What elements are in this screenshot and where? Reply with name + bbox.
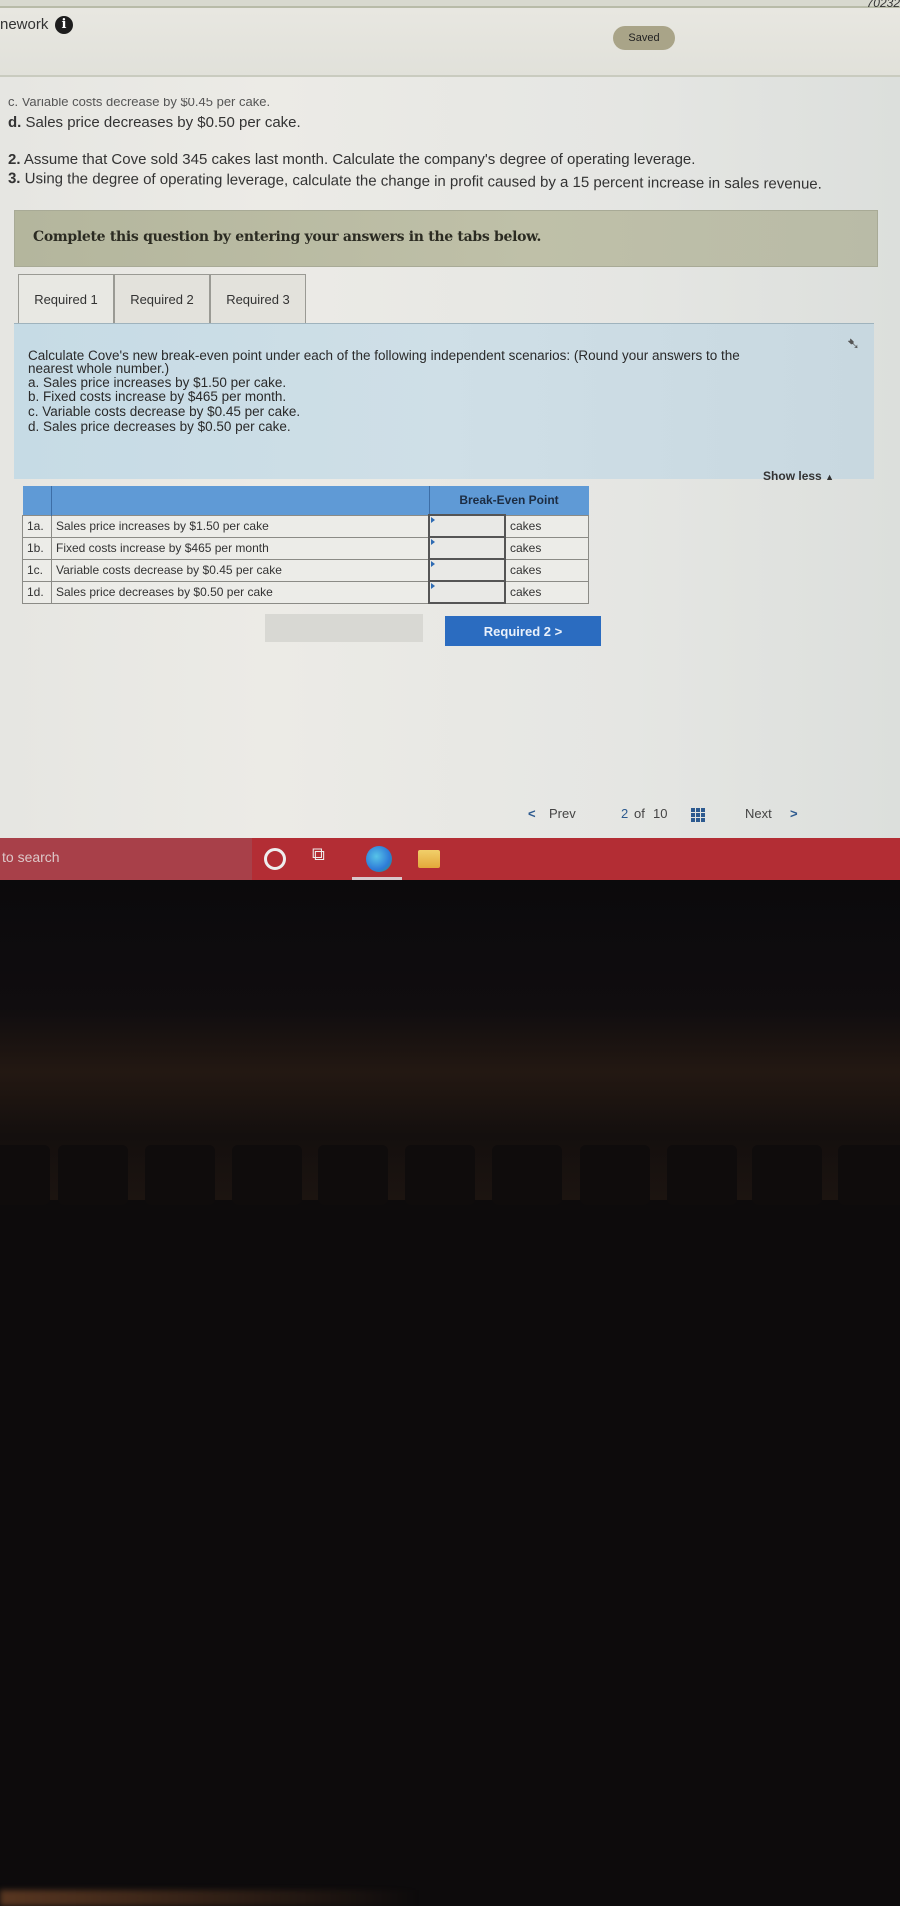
tab-required-1[interactable]: Required 1 [18, 274, 114, 327]
break-even-input-1d[interactable] [430, 582, 504, 602]
key [492, 1145, 562, 1205]
key [58, 1145, 128, 1205]
unit-label: cakes [504, 558, 589, 582]
unit-label: cakes [504, 580, 589, 604]
unit-label: cakes [504, 536, 589, 560]
answer-table: Break-Even Point 1a. Sales price increas… [22, 486, 589, 604]
break-even-input-cell [428, 580, 506, 604]
header-blank-1 [22, 486, 52, 515]
table-row: 1a. Sales price increases by $1.50 per c… [22, 514, 589, 538]
table-row: 1c. Variable costs decrease by $0.45 per… [22, 558, 589, 582]
next-link[interactable]: Next [745, 806, 772, 821]
previous-tab-button-disabled [265, 614, 423, 642]
row-description: Fixed costs increase by $465 per month [51, 536, 430, 560]
key [580, 1145, 650, 1205]
input-marker-icon [431, 539, 435, 545]
key [405, 1145, 475, 1205]
instruction-text: Complete this question by entering your … [33, 229, 542, 245]
line-d-text: Sales price decreases by $0.50 per cake. [25, 114, 301, 131]
row-label: 1a. [22, 514, 52, 538]
key [838, 1145, 900, 1205]
key [752, 1145, 822, 1205]
row-label: 1b. [22, 536, 52, 560]
scenario-a: a. Sales price increases by $1.50 per ca… [28, 375, 287, 390]
browser-viewport: 70232 nework i Saved c. Variable costs d… [0, 0, 900, 838]
header-blank-2 [51, 486, 429, 515]
row-description: Variable costs decrease by $0.45 per cak… [51, 558, 430, 582]
row-description: Sales price decreases by $0.50 per cake [51, 580, 430, 604]
question-2: 2. Assume that Cove sold 345 cakes last … [8, 151, 695, 168]
input-marker-icon [431, 583, 435, 589]
file-explorer-icon[interactable] [418, 850, 440, 868]
current-page: 2 [621, 806, 629, 821]
tab-required-2[interactable]: Required 2 [114, 274, 210, 323]
tab-required-3[interactable]: Required 3 [210, 274, 306, 323]
key [145, 1145, 215, 1205]
key [232, 1145, 302, 1205]
windows-taskbar: to search ⧉ [0, 838, 900, 880]
info-icon[interactable]: i [55, 16, 73, 34]
table-row: 1d. Sales price decreases by $0.50 per c… [22, 580, 589, 604]
grid-icon[interactable] [691, 808, 706, 823]
break-even-header: Break-Even Point [428, 486, 589, 515]
task-view-icon[interactable]: ⧉ [312, 844, 338, 870]
key [0, 1145, 50, 1205]
q2-number: 2. [8, 151, 21, 168]
break-even-input-cell [428, 558, 506, 582]
show-less-link[interactable]: Show less ▲ [763, 469, 834, 483]
triangle-up-icon: ▲ [825, 472, 834, 482]
answer-table-header: Break-Even Point [22, 486, 589, 515]
scenario-c: c. Variable costs decrease by $0.45 per … [28, 404, 301, 419]
keyboard-function-row [0, 1145, 900, 1205]
assignment-header: 70232 nework i Saved [0, 0, 900, 77]
row-label: 1d. [22, 580, 52, 604]
top-code: 70232 [866, 0, 900, 10]
saved-status-badge: Saved [613, 26, 675, 50]
break-even-input-cell [428, 514, 506, 538]
page-of-label: of [634, 806, 645, 821]
chevron-left-icon[interactable]: < [528, 806, 536, 821]
assignment-title: nework [0, 16, 49, 33]
edge-browser-icon[interactable] [366, 846, 392, 872]
row-label: 1c. [22, 558, 52, 582]
key [318, 1145, 388, 1205]
q2-text: Assume that Cove sold 345 cakes last mon… [23, 151, 696, 168]
input-marker-icon [431, 517, 435, 523]
q3-number: 3. [7, 170, 21, 188]
question-line-d: d. Sales price decreases by $0.50 per ca… [8, 114, 301, 131]
break-even-input-cell [428, 536, 506, 560]
q3-text: Using the degree of operating leverage, … [24, 170, 822, 193]
cortana-icon[interactable] [264, 848, 286, 870]
instruction-banner: Complete this question by entering your … [14, 210, 878, 267]
mouse-cursor-icon: ➷ [846, 336, 860, 353]
light-glare [0, 1890, 420, 1906]
prev-link[interactable]: Prev [549, 806, 576, 821]
question-panel: ➷ Calculate Cove's new break-even point … [14, 323, 874, 483]
scenario-d: d. Sales price decreases by $0.50 per ca… [28, 419, 291, 434]
question-line-c: c. Variable costs decrease by $0.45 per … [8, 98, 271, 109]
unit-label: cakes [504, 514, 589, 538]
taskbar-search-input[interactable]: to search [0, 838, 252, 880]
break-even-input-1c[interactable] [430, 560, 504, 580]
break-even-input-1b[interactable] [430, 538, 504, 558]
key [667, 1145, 737, 1205]
total-pages: 10 [653, 806, 668, 821]
break-even-input-1a[interactable] [430, 516, 504, 536]
table-row: 1b. Fixed costs increase by $465 per mon… [22, 536, 589, 560]
next-tab-button[interactable]: Required 2 > [445, 616, 601, 646]
panel-intro-2: nearest whole number.) [28, 361, 170, 376]
question-3: 3. Using the degree of operating leverag… [8, 170, 822, 193]
scenario-b: b. Fixed costs increase by $465 per mont… [28, 389, 287, 404]
header-strip [0, 0, 900, 8]
row-description: Sales price increases by $1.50 per cake [51, 514, 430, 538]
show-less-label: Show less [763, 469, 822, 483]
input-marker-icon [431, 561, 435, 567]
line-d-label: d. [8, 114, 22, 131]
chevron-right-icon[interactable]: > [790, 806, 798, 821]
